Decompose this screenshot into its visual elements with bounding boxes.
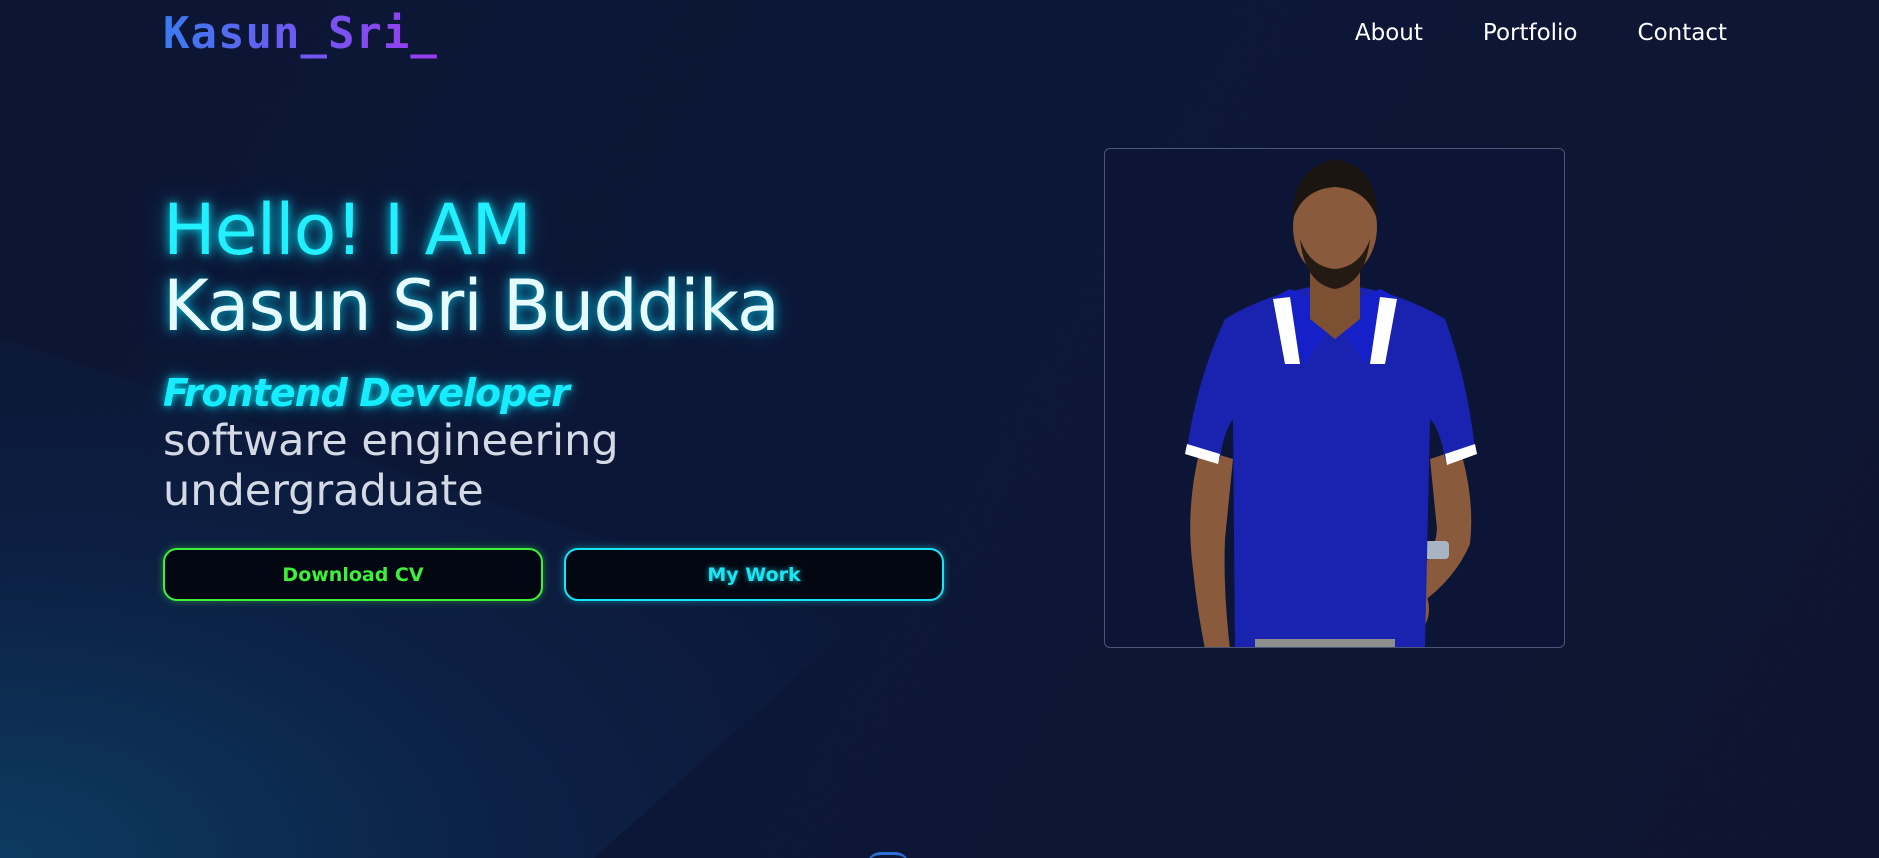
hero-name: Kasun Sri Buddika xyxy=(163,265,780,347)
hero-subtitle: software engineering undergraduate xyxy=(163,416,619,516)
hero-role: Frontend Developer xyxy=(163,371,570,415)
nav-links: About Portfolio Contact xyxy=(1355,20,1727,46)
my-work-button[interactable]: My Work xyxy=(564,548,944,601)
nav-link-about[interactable]: About xyxy=(1355,20,1423,46)
profile-photo xyxy=(1104,148,1565,648)
hero-greeting: Hello! I AM xyxy=(163,189,532,271)
download-cv-button[interactable]: Download CV xyxy=(163,548,543,601)
nav-link-contact[interactable]: Contact xyxy=(1638,20,1727,46)
scroll-down-icon[interactable] xyxy=(866,852,910,858)
hero-text: Hello! I AM Kasun Sri Buddika Frontend D… xyxy=(163,192,963,516)
site-logo[interactable]: Kasun_Sri_ xyxy=(163,8,438,59)
hero-buttons: Download CV My Work xyxy=(163,548,944,601)
navbar: Kasun_Sri_ About Portfolio Contact xyxy=(0,0,1879,70)
profile-photo-illustration xyxy=(1185,159,1477,647)
nav-link-portfolio[interactable]: Portfolio xyxy=(1483,20,1578,46)
